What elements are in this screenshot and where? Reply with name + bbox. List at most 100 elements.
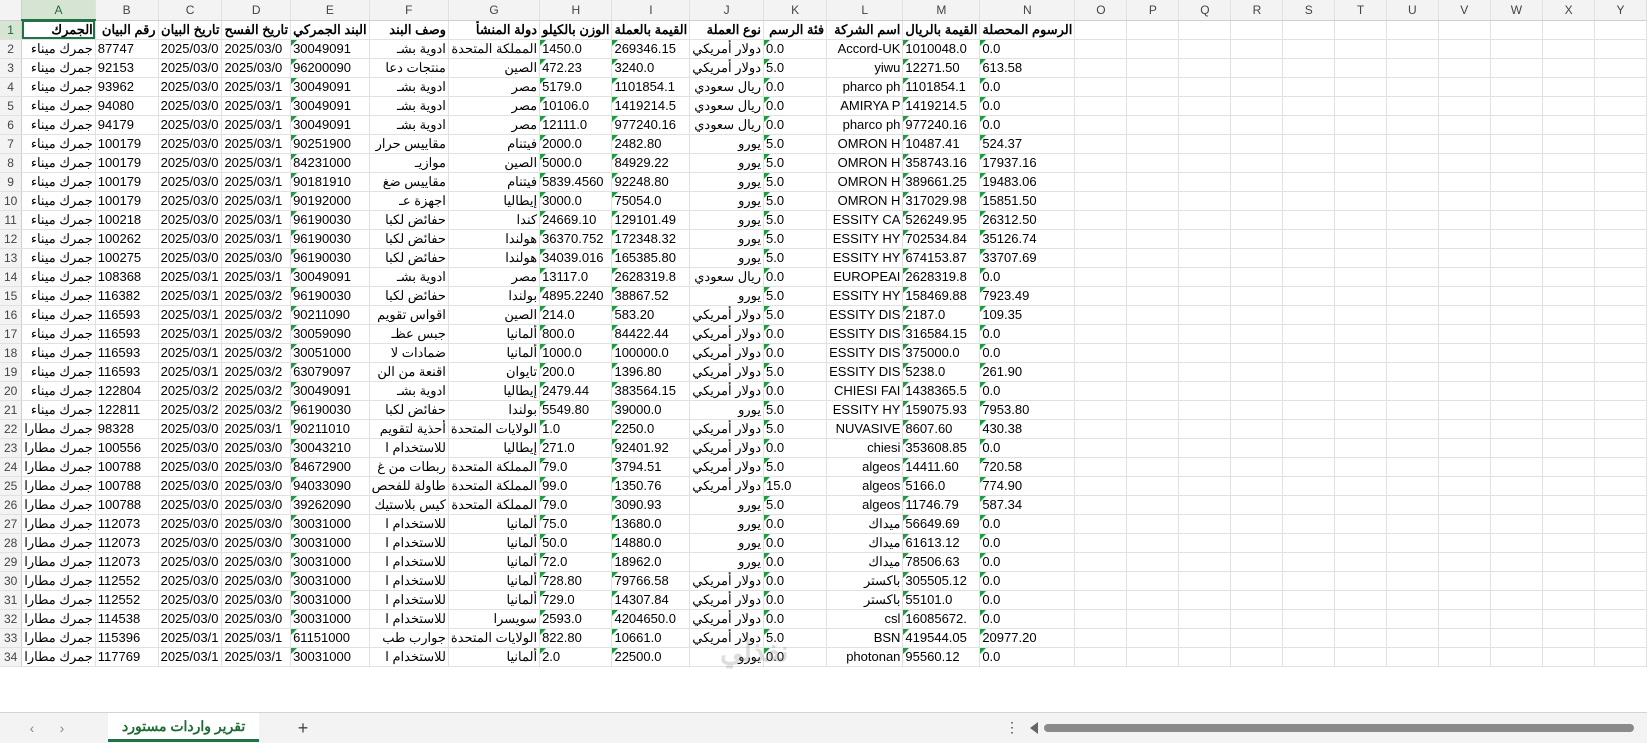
data-cell[interactable]: 100000.0 [611,343,691,363]
empty-cell[interactable] [1386,115,1439,135]
header-cell[interactable]: رقم البيان [95,20,159,40]
data-cell[interactable]: جبس عظـ [369,324,449,344]
empty-cell[interactable] [1386,153,1439,173]
empty-cell[interactable] [1230,552,1284,572]
data-cell[interactable]: 30043210 [290,438,370,458]
empty-cell[interactable] [1178,495,1232,515]
empty-cell[interactable] [1282,115,1336,135]
data-cell[interactable]: 96190030 [290,210,370,230]
empty-cell[interactable] [1074,286,1128,306]
data-cell[interactable]: هولندا [448,229,541,249]
data-cell[interactable]: 2025/03/0 [221,438,292,458]
sheet-tab-active[interactable]: تقرير واردات مستورد [108,713,260,742]
empty-cell[interactable] [1438,324,1491,344]
data-cell[interactable]: 39000.0 [611,400,691,420]
column-header[interactable]: T [1334,0,1387,21]
data-cell[interactable]: المملكة المتحدة [448,39,541,59]
empty-cell[interactable] [1594,571,1647,591]
data-cell[interactable]: 116593 [95,324,159,344]
column-header[interactable]: V [1438,0,1491,21]
data-cell[interactable]: ادوية بشـ [369,96,449,116]
data-cell[interactable]: algeos [826,495,904,515]
empty-cell[interactable] [1542,134,1596,154]
data-cell[interactable]: جمرك ميناء [21,248,96,268]
empty-cell[interactable] [1230,495,1284,515]
data-cell[interactable]: CHIESI FAI [826,381,904,401]
empty-cell[interactable] [1542,96,1596,116]
empty-cell[interactable] [1542,457,1596,477]
data-cell[interactable]: EUROPEAI [826,267,904,287]
empty-cell[interactable] [1490,609,1544,629]
data-cell[interactable]: 112073 [95,552,159,572]
data-cell[interactable]: للاستخدام ا [369,609,449,629]
empty-cell[interactable] [1386,134,1439,154]
data-cell[interactable]: 2482.80 [611,134,691,154]
data-cell[interactable]: 2025/03/2 [221,362,292,382]
empty-cell[interactable] [1282,324,1336,344]
empty-cell[interactable] [1282,96,1336,116]
data-cell[interactable]: 1350.76 [611,476,691,496]
empty-cell[interactable] [1386,609,1439,629]
column-header[interactable]: B [95,0,159,21]
empty-cell[interactable] [1334,514,1387,534]
empty-cell[interactable] [1542,438,1596,458]
data-cell[interactable]: 129101.49 [611,210,691,230]
empty-cell[interactable] [1282,476,1336,496]
empty-cell[interactable] [1542,39,1596,59]
data-cell[interactable]: 0.0 [763,77,828,97]
data-cell[interactable]: اقنعة من الن [369,362,449,382]
empty-cell[interactable] [1074,381,1128,401]
row-header[interactable]: 20 [0,381,23,401]
empty-cell[interactable] [1438,381,1491,401]
data-cell[interactable]: 75.0 [539,514,613,534]
empty-cell[interactable] [1230,305,1284,325]
row-header[interactable]: 23 [0,438,23,458]
data-cell[interactable]: 2025/03/0 [158,115,223,135]
row-header[interactable]: 17 [0,324,23,344]
data-cell[interactable]: ريال سعودي [689,115,765,135]
row-header[interactable]: 6 [0,115,23,135]
empty-cell[interactable] [1178,172,1232,192]
empty-cell[interactable] [1438,305,1491,325]
data-cell[interactable]: 4895.2240 [539,286,613,306]
data-cell[interactable]: 271.0 [539,438,613,458]
data-cell[interactable]: 728.80 [539,571,613,591]
data-cell[interactable]: 30059090 [290,324,370,344]
empty-cell[interactable] [1542,286,1596,306]
empty-cell[interactable] [1230,248,1284,268]
empty-cell[interactable] [1490,362,1544,382]
data-cell[interactable]: 98328 [95,419,159,439]
empty-cell[interactable] [1490,96,1544,116]
data-cell[interactable]: دولار أمريكي [689,457,765,477]
data-cell[interactable]: ألمانيا [448,552,541,572]
data-cell[interactable]: 116593 [95,362,159,382]
data-cell[interactable]: 613.58 [979,58,1076,78]
data-cell[interactable]: 12271.50 [902,58,981,78]
data-cell[interactable]: باكستر [826,590,904,610]
data-cell[interactable]: 22500.0 [611,647,691,667]
data-cell[interactable]: 90211010 [290,419,370,439]
data-cell[interactable]: 93962 [95,77,159,97]
data-cell[interactable]: 0.0 [763,514,828,534]
column-header[interactable]: H [539,0,613,21]
data-cell[interactable]: 2025/03/0 [221,514,292,534]
header-cell[interactable]: الرسوم المحصلة [979,20,1076,40]
empty-cell[interactable] [1178,457,1232,477]
data-cell[interactable]: للاستخدام ا [369,647,449,667]
empty-cell[interactable] [1438,552,1491,572]
data-cell[interactable]: يورو [689,647,765,667]
data-cell[interactable]: دولار أمريكي [689,476,765,496]
empty-cell[interactable] [1542,419,1596,439]
data-cell[interactable]: للاستخدام ا [369,590,449,610]
data-cell[interactable]: 526249.95 [902,210,981,230]
empty-cell[interactable] [1542,58,1596,78]
data-cell[interactable]: 200.0 [539,362,613,382]
empty-cell[interactable] [1334,495,1387,515]
empty-cell[interactable] [1230,609,1284,629]
empty-cell[interactable] [1178,552,1232,572]
data-cell[interactable]: 5.0 [763,305,828,325]
empty-cell[interactable] [1386,362,1439,382]
data-cell[interactable]: 0.0 [763,324,828,344]
empty-cell[interactable] [1438,457,1491,477]
empty-cell[interactable] [1282,305,1336,325]
